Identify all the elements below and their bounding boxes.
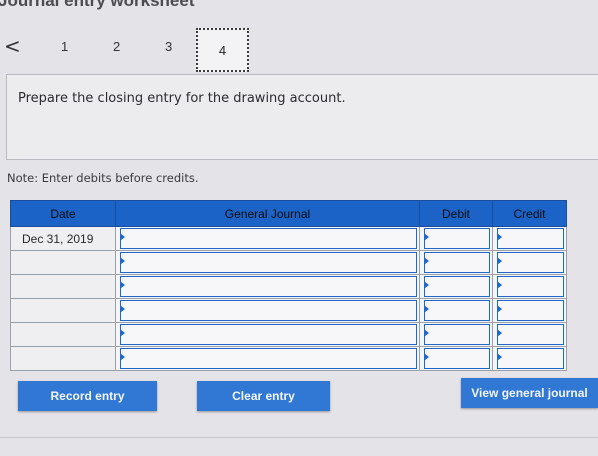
- table-row: [10, 274, 567, 299]
- account-input[interactable]: [120, 252, 417, 273]
- page-1-link[interactable]: 1: [61, 39, 68, 54]
- date-cell: [10, 322, 116, 347]
- date-cell: [10, 298, 116, 323]
- account-input[interactable]: [120, 276, 417, 297]
- credit-column-header: Credit: [492, 200, 567, 227]
- page-title: Journal entry worksheet: [0, 0, 195, 10]
- chevron-left-icon[interactable]: <: [4, 34, 21, 58]
- page-3-link[interactable]: 3: [165, 39, 172, 54]
- debit-input[interactable]: [424, 300, 490, 321]
- credit-input[interactable]: [497, 228, 564, 249]
- journal-header-row: Date General Journal Debit Credit: [10, 200, 567, 227]
- journal-table: Date General Journal Debit Credit Dec 31…: [10, 200, 567, 371]
- date-cell: [10, 346, 116, 371]
- debit-input[interactable]: [424, 252, 490, 273]
- debit-input[interactable]: [424, 324, 490, 345]
- table-row: [10, 298, 567, 323]
- account-input[interactable]: [120, 348, 417, 369]
- divider: [0, 437, 598, 438]
- date-column-header: Date: [10, 200, 116, 227]
- general-journal-column-header: General Journal: [115, 200, 420, 227]
- credit-input[interactable]: [497, 252, 564, 273]
- record-entry-button[interactable]: Record entry: [18, 381, 157, 411]
- clear-entry-button[interactable]: Clear entry: [197, 381, 330, 411]
- debit-input[interactable]: [424, 228, 490, 249]
- debit-input[interactable]: [424, 276, 490, 297]
- account-input[interactable]: [120, 300, 417, 321]
- page-2-link[interactable]: 2: [113, 39, 120, 54]
- page-4-current[interactable]: 4: [196, 28, 249, 72]
- account-input[interactable]: [120, 324, 417, 345]
- table-row: [10, 250, 567, 275]
- debit-input[interactable]: [424, 348, 490, 369]
- debit-column-header: Debit: [419, 200, 493, 227]
- table-row: [10, 346, 567, 371]
- account-input[interactable]: [120, 228, 417, 249]
- credit-input[interactable]: [497, 324, 564, 345]
- note-text: Note: Enter debits before credits.: [7, 171, 199, 185]
- date-cell: [10, 250, 116, 275]
- credit-input[interactable]: [497, 348, 564, 369]
- question-panel: Prepare the closing entry for the drawin…: [6, 74, 598, 160]
- page-navigator: < 1 2 3 4: [0, 26, 598, 72]
- credit-input[interactable]: [497, 276, 564, 297]
- table-row: [10, 322, 567, 347]
- date-cell: Dec 31, 2019: [10, 226, 116, 251]
- table-row: Dec 31, 2019: [10, 226, 567, 251]
- credit-input[interactable]: [497, 300, 564, 321]
- question-text: Prepare the closing entry for the drawin…: [18, 91, 346, 106]
- view-general-journal-button[interactable]: View general journal: [461, 378, 598, 408]
- date-cell: [10, 274, 116, 299]
